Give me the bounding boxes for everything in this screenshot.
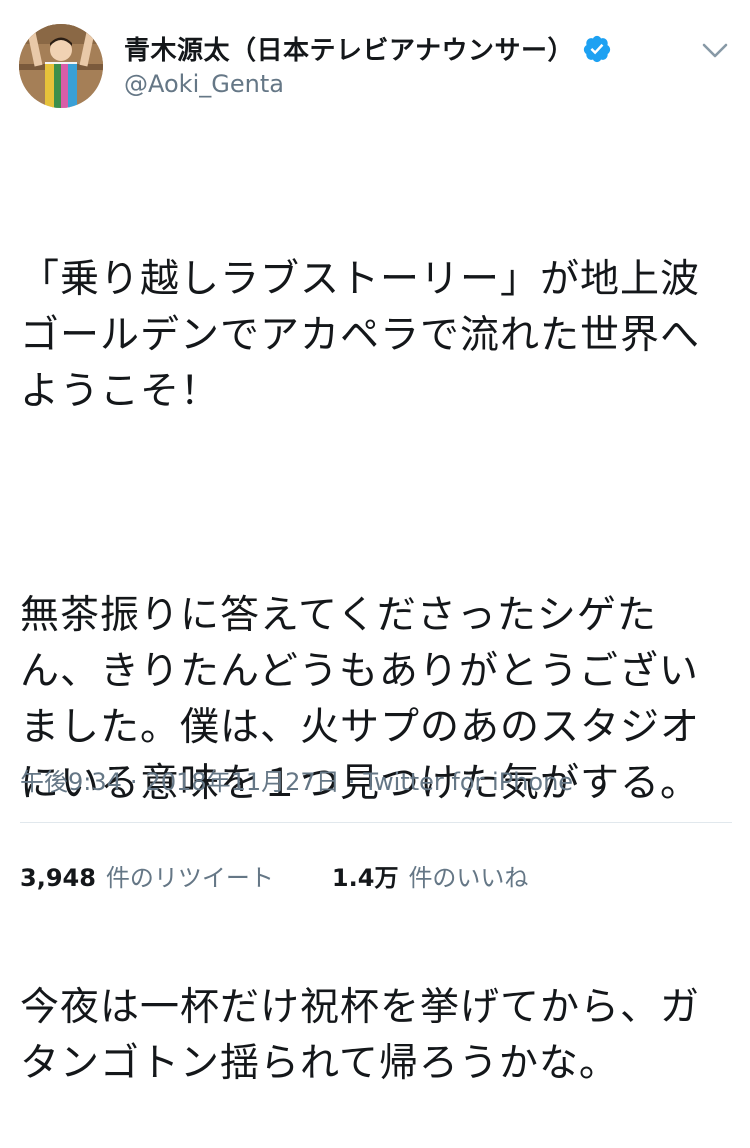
display-name[interactable]: 青木源太（日本テレビアナウンサー） (124, 30, 574, 67)
tweet-header: 青木源太（日本テレビアナウンサー） @Aoki_Genta (0, 0, 750, 120)
tweet-source[interactable]: Twitter for iPhone (363, 768, 573, 796)
retweets-stat[interactable]: 3,948 件のリツイート (20, 858, 274, 893)
divider (20, 822, 732, 823)
name-row: 青木源太（日本テレビアナウンサー） (124, 30, 612, 67)
tweet-metadata: 午後9:34 · 2018年11月27日 · Twitter for iPhone (20, 762, 573, 797)
tweet-time[interactable]: 午後9:34 (20, 768, 122, 796)
avatar-image (19, 24, 103, 108)
tweet-text: 「乗り越しラブストーリー」が地上波ゴールデンでアカペラで流れた世界へようこそ！ … (20, 140, 732, 1148)
tweet-paragraph: 今夜は一杯だけ祝杯を挙げてから、ガタンゴトン揺られて帰ろうかな。 (20, 985, 701, 1086)
avatar[interactable] (19, 24, 103, 108)
separator-dot: · (347, 768, 356, 796)
likes-stat[interactable]: 1.4万 件のいいね (332, 858, 529, 893)
retweets-label: 件のリツイート (105, 864, 274, 892)
tweet-paragraph: 「乗り越しラブストーリー」が地上波ゴールデンでアカペラで流れた世界へようこそ！ (20, 257, 701, 414)
retweets-count: 3,948 (20, 864, 96, 892)
tweet-date[interactable]: 2018年11月27日 (146, 768, 340, 796)
chevron-down-icon[interactable] (700, 38, 730, 62)
likes-count: 1.4万 (331, 864, 399, 892)
user-handle[interactable]: @Aoki_Genta (124, 70, 284, 98)
verified-badge-icon (583, 35, 611, 62)
separator-dot: · (129, 768, 138, 796)
tweet-stats: 3,948 件のリツイート 1.4万 件のいいね (20, 858, 586, 893)
likes-label: 件のいいね (408, 864, 529, 892)
